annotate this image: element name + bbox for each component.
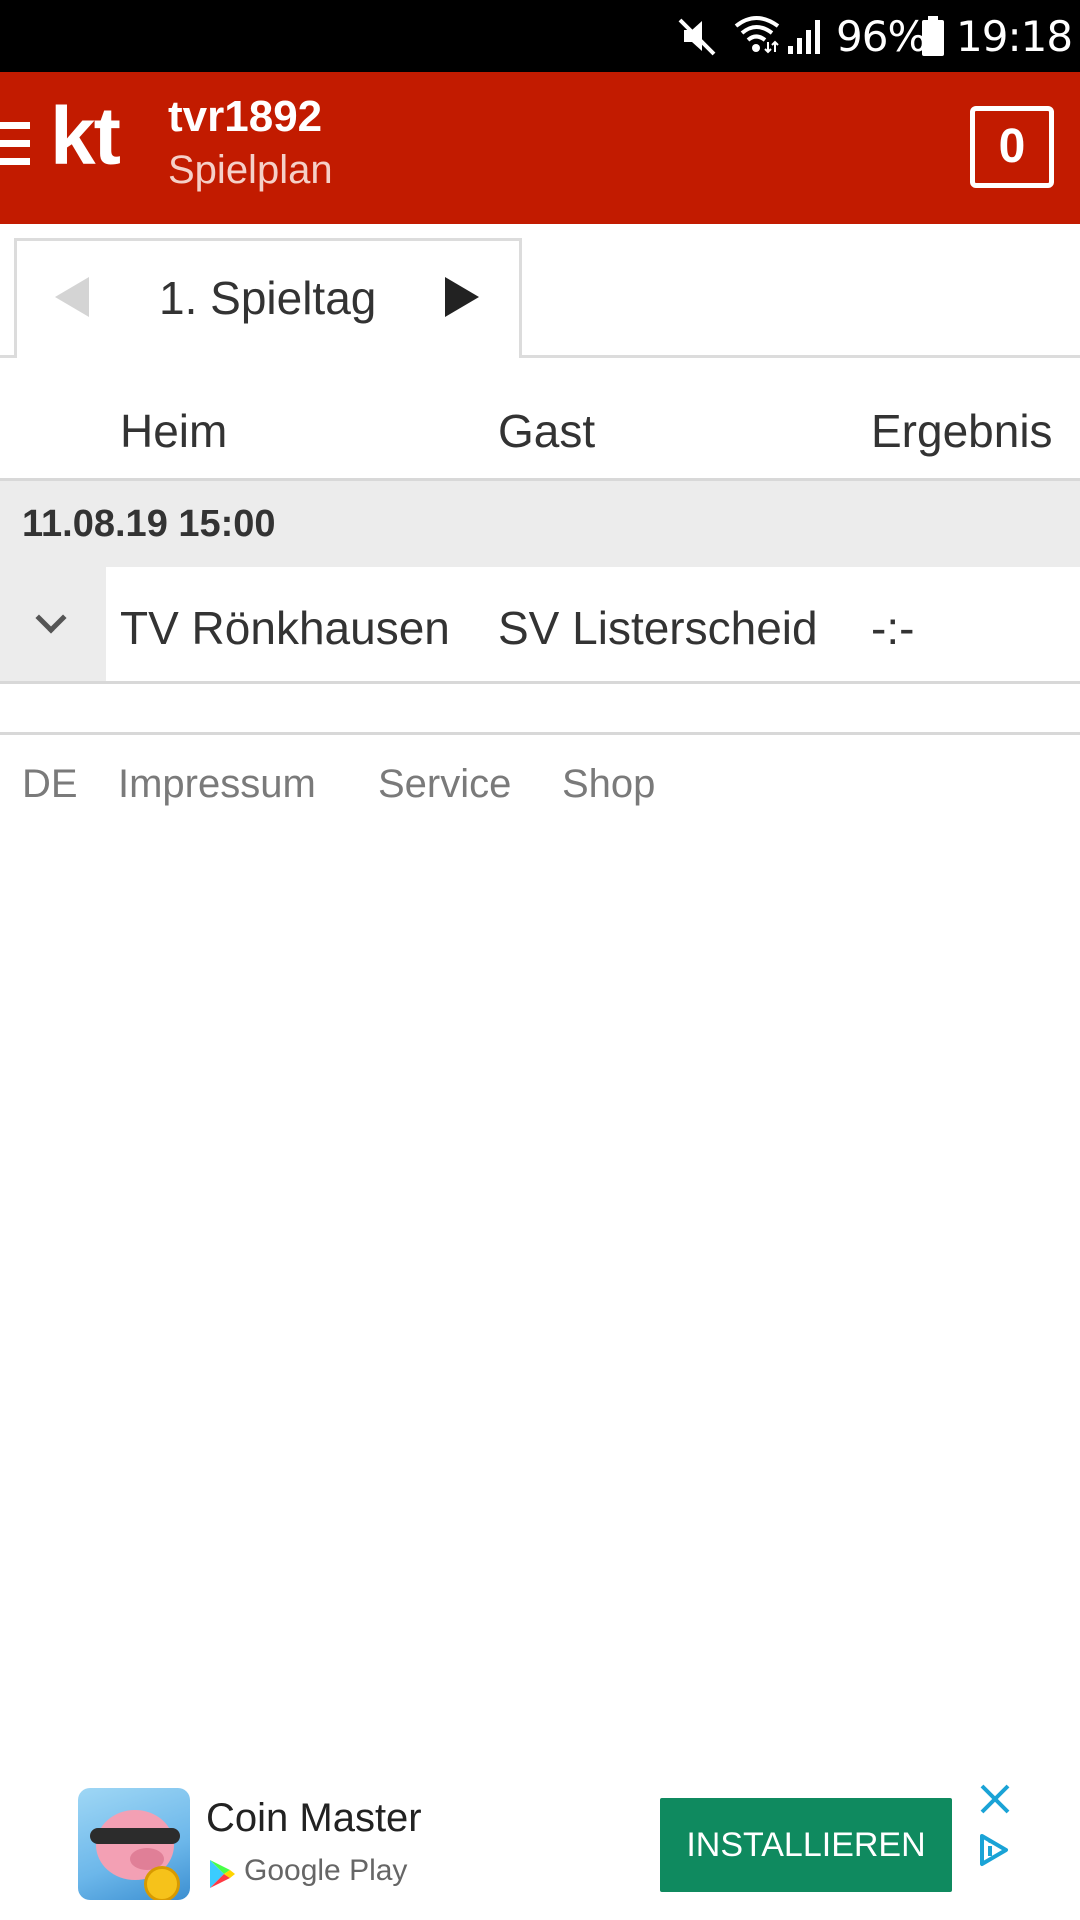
divider	[0, 681, 1080, 684]
ad-banner[interactable]: Coin Master Google Play INSTALLIEREN	[0, 1760, 1080, 1920]
home-team[interactable]: TV Rönkhausen	[120, 601, 450, 655]
mute-icon	[678, 18, 716, 56]
signal-icon	[788, 20, 820, 54]
ad-app-name[interactable]: Coin Master	[206, 1796, 422, 1841]
table-row[interactable]: TV Rönkhausen SV Listerscheid -:-	[0, 567, 1080, 681]
ad-store-name: Google Play	[244, 1854, 408, 1887]
page-subtitle: Spielplan	[168, 148, 333, 192]
expand-toggle[interactable]	[0, 567, 106, 681]
coin-master-app-icon[interactable]	[78, 1788, 190, 1900]
cart-count-badge[interactable]: 0	[970, 106, 1054, 188]
column-header-away: Gast	[498, 405, 596, 457]
next-matchday-icon[interactable]	[445, 277, 479, 317]
matchday-selector: 1. Spieltag	[14, 238, 522, 358]
footer-link-language[interactable]: DE	[22, 762, 78, 807]
status-bar: 96% 19:18	[0, 0, 1080, 72]
google-play-icon	[210, 1860, 235, 1888]
battery-icon	[922, 16, 944, 56]
footer-divider	[0, 732, 1080, 735]
footer-link-impressum[interactable]: Impressum	[118, 762, 316, 807]
match-result: -:-	[871, 602, 915, 654]
match-datetime: 11.08.19 15:00	[22, 503, 276, 545]
previous-matchday-icon[interactable]	[55, 277, 89, 317]
footer-link-service[interactable]: Service	[378, 762, 511, 807]
matchday-label: 1. Spieltag	[159, 272, 377, 324]
hamburger-menu-icon[interactable]	[0, 122, 30, 166]
footer-link-shop[interactable]: Shop	[562, 762, 655, 807]
app-header: kt tvr1892 Spielplan 0	[0, 72, 1080, 224]
date-group-header: 11.08.19 15:00	[0, 481, 1080, 567]
away-team[interactable]: SV Listerscheid	[498, 601, 818, 655]
club-name: tvr1892	[168, 92, 323, 141]
kicker-logo[interactable]: kt	[50, 90, 121, 184]
clock: 19:18	[956, 12, 1073, 61]
column-header-home: Heim	[120, 405, 228, 457]
column-header-result: Ergebnis	[871, 405, 1053, 457]
chevron-down-icon	[35, 602, 67, 634]
battery-percent: 96%	[836, 12, 927, 61]
close-icon[interactable]	[978, 1782, 1012, 1816]
install-button[interactable]: INSTALLIEREN	[660, 1798, 952, 1892]
wifi-icon	[734, 16, 780, 54]
ad-choices-icon[interactable]	[976, 1832, 1012, 1868]
